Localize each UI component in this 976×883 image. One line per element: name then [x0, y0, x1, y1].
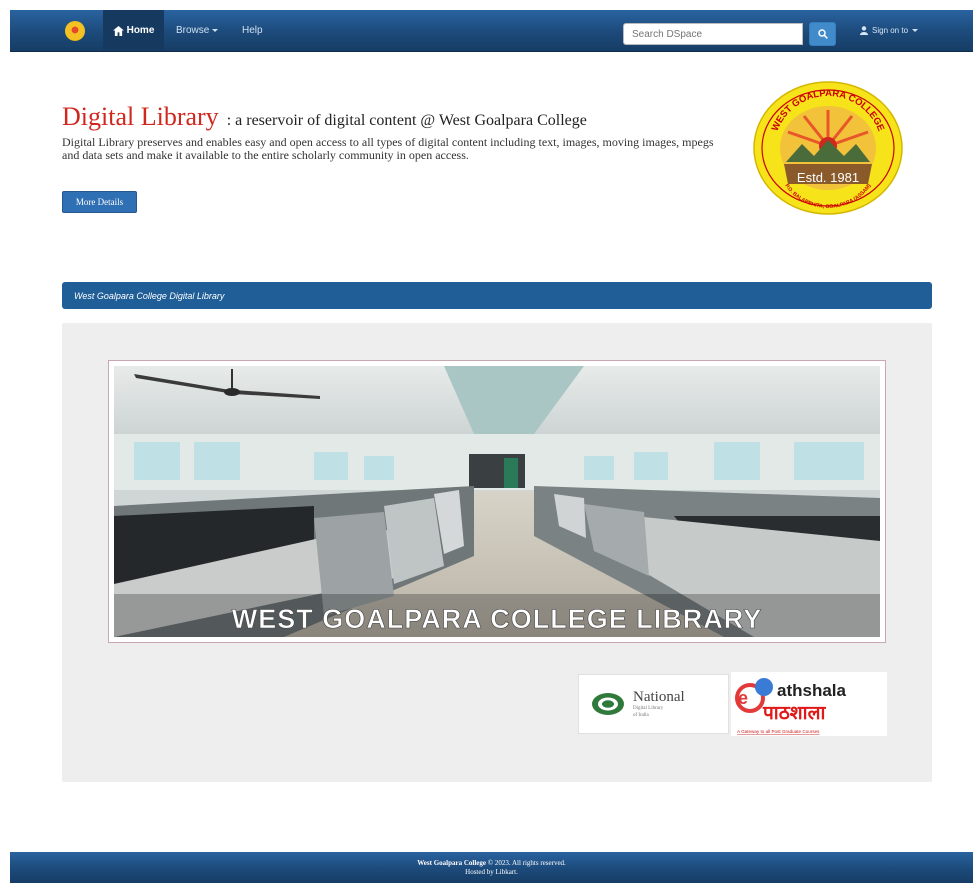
epg-e-glyph: e — [738, 688, 748, 708]
college-seal-logo: Estd. 1981 WEST GOALPARA COLLEGE P.O. BA… — [753, 81, 903, 215]
epg-name: athshala — [777, 681, 847, 700]
nav-help-label: Help — [242, 25, 263, 36]
ndl-name: National — [633, 688, 685, 705]
top-navbar: Home Browse Help Sign on to — [10, 10, 973, 52]
epg-hindi: पाठशाला — [762, 702, 826, 724]
more-details-button[interactable]: More Details — [62, 191, 137, 213]
login-menu[interactable]: Sign on to — [860, 10, 919, 51]
page-title-sub: : a reservoir of digital content @ West … — [226, 112, 587, 129]
epg-tagline: A Gateway to all Post Graduate Courses — [737, 729, 820, 734]
search-button[interactable] — [809, 22, 836, 46]
ndl-sub-2: of India — [633, 712, 649, 718]
ndl-logo-link[interactable]: National Digital Library of India — [578, 674, 729, 734]
search-icon — [817, 29, 828, 39]
brand-logo[interactable] — [65, 21, 85, 41]
page-title-main: Digital Library — [62, 102, 219, 131]
seal-established: Estd. 1981 — [797, 170, 859, 185]
ndl-emblem-icon — [592, 693, 624, 715]
nav-browse-label: Browse — [176, 25, 210, 36]
section-heading: West Goalpara College Digital Library — [62, 282, 932, 309]
nav-help[interactable]: Help — [242, 10, 263, 51]
search-input[interactable] — [623, 23, 803, 45]
epathshala-logo-link[interactable]: e athshala पाठशाला A Gateway to all Post… — [731, 672, 887, 736]
login-label: Sign on to — [872, 26, 909, 35]
footer-college-name: West Goalpara College — [417, 858, 487, 867]
nav-home-label: Home — [126, 25, 155, 36]
nav-home[interactable]: Home — [103, 10, 164, 51]
user-icon — [860, 26, 868, 35]
ndl-sub-1: Digital Library — [633, 705, 664, 711]
footer: West Goalpara College © 2023. All rights… — [10, 852, 973, 883]
home-icon — [112, 25, 124, 36]
caret-down-icon — [912, 29, 919, 32]
caret-down-icon — [212, 29, 219, 32]
nav-browse[interactable]: Browse — [176, 10, 219, 51]
hero-description: Digital Library preserves and enables ea… — [62, 135, 714, 162]
page-title: Digital Library : a reservoir of digital… — [62, 96, 587, 133]
banner-caption: WEST GOALPARA COLLEGE LIBRARY — [232, 604, 763, 634]
library-banner: WEST GOALPARA COLLEGE LIBRARY — [108, 360, 886, 643]
library-photo: WEST GOALPARA COLLEGE LIBRARY — [114, 366, 880, 637]
footer-rights: © 2023. All rights reserved. — [486, 858, 566, 867]
footer-copyright: West Goalpara College © 2023. All rights… — [10, 859, 973, 868]
footer-hosted[interactable]: Hosted by Libkart. — [10, 868, 973, 877]
